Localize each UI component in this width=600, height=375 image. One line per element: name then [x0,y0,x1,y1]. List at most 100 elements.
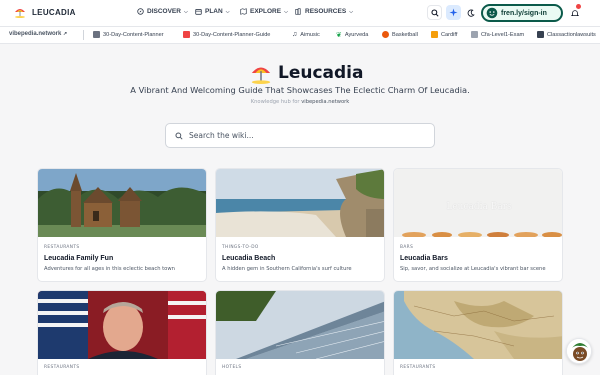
music-note-icon: ♫ [292,31,298,38]
map-icon [240,8,247,15]
bookmark-item[interactable]: Basketball [382,31,418,38]
bookmark-item[interactable]: ❦ Ayurveda [336,31,368,39]
bookmark-item[interactable]: ♫ Aimusic [292,31,320,38]
church-photo [38,169,206,237]
hub-prefix: Knowledge hub for [250,99,300,105]
chat-assistant-button[interactable] [566,338,592,364]
card-description: A hidden gem in Southern California's su… [222,266,352,272]
chevron-down-icon: ⌵ [183,8,188,15]
bookmark-label: Classactionlawsuits [547,31,596,38]
chevron-down-icon: ⌵ [349,8,353,15]
article-card[interactable]: RESTAURANTS [37,290,207,375]
card-description: Adventures for all ages in this eclectic… [44,266,175,272]
card-category: RESTAURANTS [44,245,80,250]
bookmark-icon [93,31,100,38]
nav-plan-label: PLAN [205,8,223,15]
search-input[interactable] [189,131,419,140]
card-category: HOTELS [222,365,242,370]
search-icon [430,8,439,17]
article-card[interactable]: HOTELS [215,290,385,375]
page-title: Leucadia [278,63,364,83]
nav-discover-label: DISCOVER [147,8,181,15]
brand-name: LEUCADIA [32,7,76,17]
nav-resources-label: RESOURCES [305,8,347,15]
compass-icon [137,8,144,15]
theme-toggle-button[interactable] [463,5,478,20]
sparkle-icon [449,8,458,17]
article-card[interactable]: Leucadia Bars BARS Leucadia Bars Sip, sa… [393,168,563,282]
card-category: RESTAURANTS [44,365,80,370]
book-icon [295,8,301,15]
nav-plan[interactable]: PLAN ⌵ [195,8,230,15]
bookmark-item[interactable]: 30-Day-Content-Planner-Guide [183,31,270,38]
card-title: Leucadia Bars [400,255,448,262]
top-navigation: LEUCADIA DISCOVER ⌵ PLAN ⌵ EXPLORE ⌵ RES… [0,0,600,27]
card-image-text: Leucadia Bars [446,202,512,212]
mascot-avatar-icon [567,339,591,363]
article-card[interactable]: RESTAURANTS Leucadia Family Fun Adventur… [37,168,207,282]
bookmark-item[interactable]: Classactionlawsuits [537,31,596,38]
nav-explore-label: EXPLORE [250,8,282,15]
card-title: Leucadia Beach [222,255,276,262]
card-image-bars: Leucadia Bars [394,169,562,237]
bell-icon [570,9,579,16]
bookmark-item[interactable]: Cfa-Level1-Exam [471,31,524,38]
search-icon [175,131,183,140]
map-image [394,291,562,359]
bookmark-site-label: vibepedia.network [9,31,62,37]
hub-site-link[interactable]: vibepedia.network [301,99,349,105]
beach-photo [216,169,384,237]
hero-heading: Leucadia [250,62,363,84]
bookmark-divider [83,30,84,40]
wiki-search-box[interactable] [165,123,435,148]
card-category: THINGS-TO-DO [222,245,259,250]
bookmark-label: Ayurveda [344,32,369,38]
bookmark-label: Basketball [392,31,418,38]
bookmark-label: Cfa-Level1-Exam [481,31,525,38]
ai-sparkle-button[interactable] [446,5,461,20]
bookmark-label: Cardiff [441,31,458,38]
article-card[interactable]: THINGS-TO-DO Leucadia Beach A hidden gem… [215,168,385,282]
basketball-icon [382,31,389,38]
card-image-beach [216,169,384,237]
page-tagline: A Vibrant And Welcoming Guide That Showc… [130,85,470,95]
bookmark-label: 30-Day-Content-Planner [103,31,164,38]
card-description: Sip, savor, and socialize at Leucadia's … [400,266,546,272]
card-image-church [38,169,206,237]
card-image-person [38,291,206,359]
beach-umbrella-icon [251,67,271,84]
smiley-face-icon [486,7,498,19]
search-button[interactable] [427,5,442,20]
card-category: RESTAURANTS [400,365,436,370]
leaf-icon: ❦ [336,32,342,39]
moon-icon [467,8,475,17]
card-image-hotel [216,291,384,359]
food-strip-image [394,229,562,237]
sign-in-label: fren.ly/sign-in [501,9,547,17]
bookmark-site-link[interactable]: vibepedia.network ↗ [9,31,67,37]
sign-in-button[interactable]: fren.ly/sign-in [481,4,563,22]
bookmark-label: 30-Day-Content-Planner-Guide [193,31,271,38]
nav-discover[interactable]: DISCOVER ⌵ [137,8,188,15]
calendar-icon [195,8,202,15]
card-category: BARS [400,245,414,250]
knowledge-hub-note: Knowledge hub for vibepedia.network [0,99,600,105]
courthouse-icon [537,31,544,38]
chevron-down-icon: ⌵ [225,8,230,15]
brand-logo-link[interactable]: LEUCADIA [14,6,76,18]
document-icon [471,31,478,38]
external-link-icon: ↗ [63,31,68,37]
bookmarks-bar: vibepedia.network ↗ 30-Day-Content-Plann… [0,27,600,44]
bookmark-item[interactable]: 30-Day-Content-Planner [93,31,164,38]
card-image-map [394,291,562,359]
flag-icon [431,31,438,38]
nav-explore[interactable]: EXPLORE ⌵ [240,8,288,15]
portrait-photo [38,291,206,359]
bookmark-item[interactable]: Cardiff [431,31,457,38]
building-photo [216,291,384,359]
card-title: Leucadia Family Fun [44,255,114,262]
nav-resources[interactable]: RESOURCES ⌵ [295,8,353,15]
notification-badge [576,4,581,9]
bookmark-label: Aimusic [300,31,320,38]
article-card[interactable]: RESTAURANTS [393,290,563,375]
